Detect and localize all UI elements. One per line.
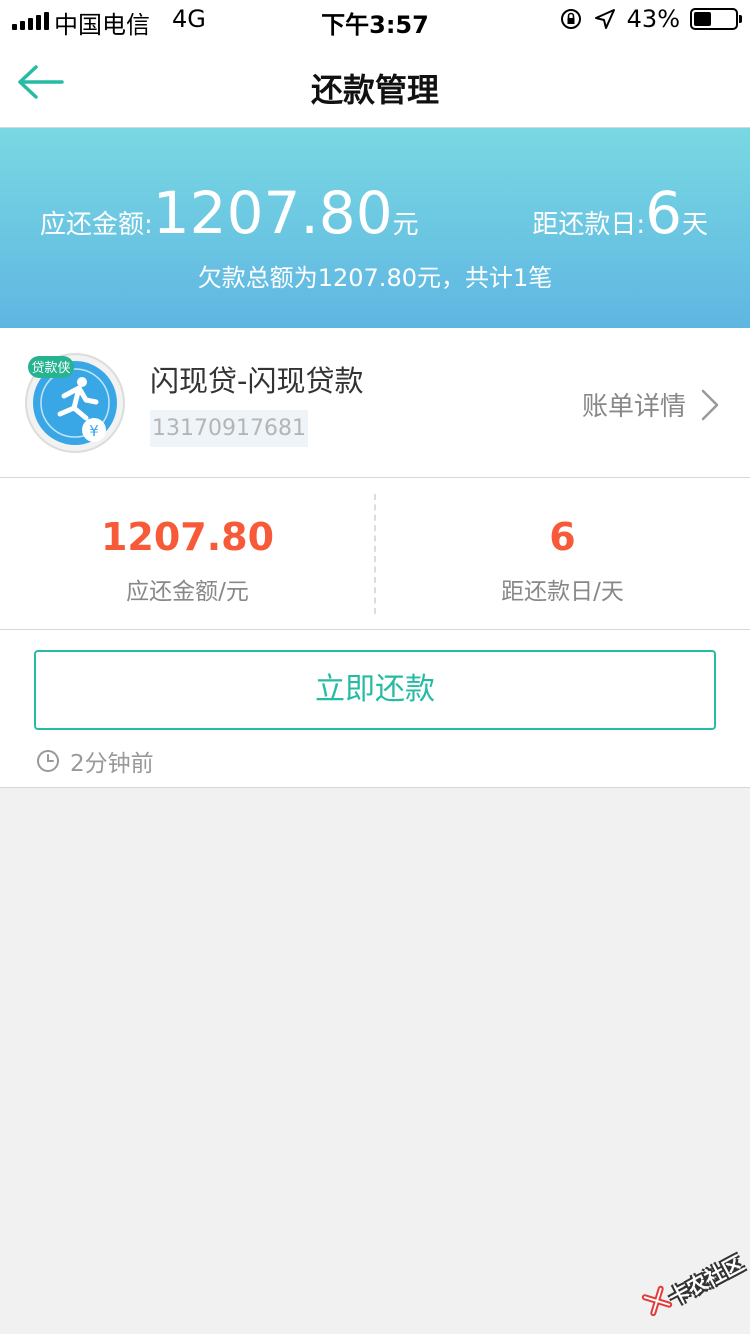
due-amount-unit: 元 (392, 210, 419, 240)
bill-detail-label: 账单详情 (581, 392, 686, 422)
location-arrow-icon (594, 9, 615, 29)
rotation-lock-icon (560, 9, 581, 29)
battery-percent: 43% (626, 5, 680, 33)
nav-bar: 还款管理 (0, 40, 750, 128)
due-amount-value: 1207.80 (152, 179, 393, 247)
account-phone: 13170917681 (150, 410, 308, 447)
clock-icon (37, 750, 59, 772)
pay-section: 立即还款 2分钟前 (0, 630, 750, 788)
logo-badge-text: 贷款侠 (31, 361, 70, 376)
due-days-block: 距还款日: 6 天 (532, 178, 708, 248)
svg-text:¥: ¥ (89, 422, 99, 440)
stat-days: 6 距还款日/天 (375, 514, 750, 606)
debt-summary: 欠款总额为1207.80元，共计1笔 (197, 264, 553, 292)
due-days-unit: 天 (681, 210, 708, 240)
page-title: 还款管理 (310, 71, 439, 109)
stat-days-label: 距还款日/天 (501, 579, 624, 605)
timestamp-text: 2分钟前 (70, 751, 154, 777)
repay-now-button[interactable]: 立即还款 (34, 650, 716, 730)
status-bar: 中国电信 4G 下午3:57 43% (0, 0, 750, 40)
battery-icon (690, 8, 742, 30)
stat-amount: 1207.80 应还金额/元 (0, 514, 375, 606)
due-amount-label: 应还金额: (40, 210, 153, 240)
community-watermark: 卡农社区 (634, 1238, 750, 1334)
summary-banner: 应还金额: 1207.80 元 距还款日: 6 天 欠款总额为1207.80元，… (0, 128, 750, 328)
stat-days-value: 6 (549, 515, 576, 559)
bill-detail-link[interactable]: 账单详情 (582, 386, 720, 423)
chevron-right-icon (701, 389, 719, 420)
runner-logo-icon: ¥ 贷款侠 (25, 353, 125, 453)
stat-amount-label: 应还金额/元 (126, 579, 249, 605)
update-timestamp: 2分钟前 (36, 744, 154, 778)
due-days-value: 6 (645, 179, 682, 247)
account-card[interactable]: ¥ 贷款侠 闪现贷-闪现贷款 13170917681 账单详情 (0, 328, 750, 478)
watermark-text: 卡农社区 (665, 1251, 748, 1310)
repayment-stats: 1207.80 应还金额/元 6 距还款日/天 (0, 478, 750, 630)
due-amount-block: 应还金额: 1207.80 元 (40, 178, 419, 248)
stat-amount-value: 1207.80 (100, 515, 275, 559)
due-days-label: 距还款日: (532, 210, 646, 240)
account-name: 闪现贷-闪现贷款 (150, 364, 364, 398)
status-right: 43% (559, 5, 742, 33)
